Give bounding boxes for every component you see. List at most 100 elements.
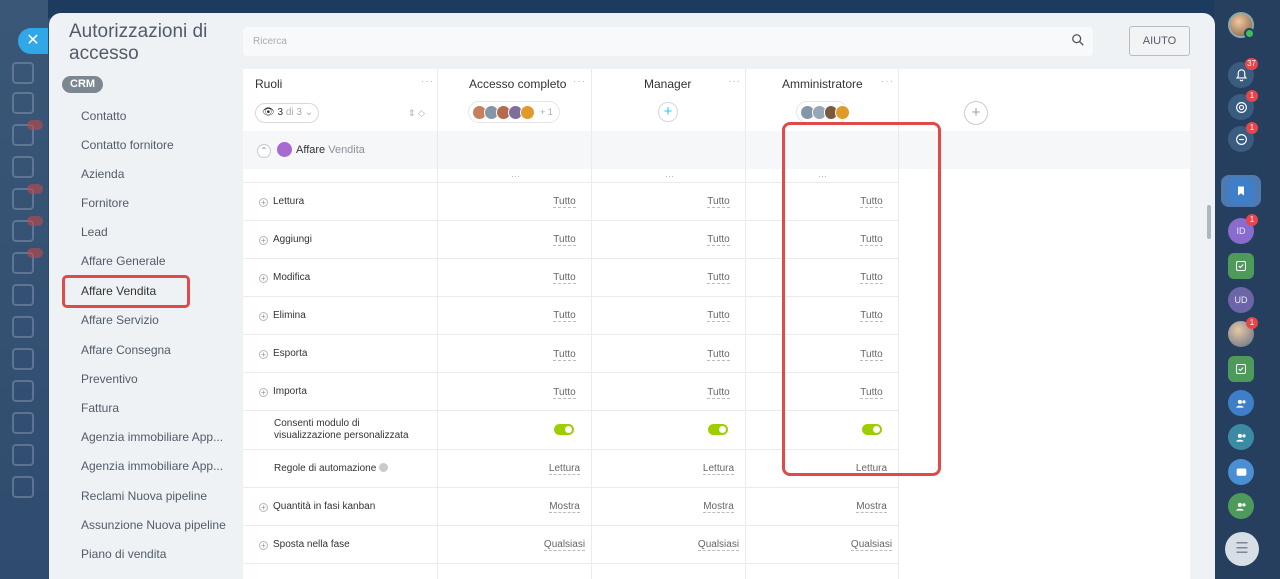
permission-value[interactable]: Mostra xyxy=(488,501,641,513)
pulse-icon[interactable]: 1 xyxy=(1228,90,1258,120)
permission-value[interactable]: Tutto xyxy=(642,272,795,284)
value-text: Tutto xyxy=(553,234,576,246)
expand-plus-icon[interactable]: + xyxy=(259,350,268,359)
sidebar-item-reclami[interactable]: Reclami Nuova pipeline xyxy=(81,489,207,503)
permission-value[interactable]: Tutto xyxy=(488,234,641,246)
sidebar-item-assunzione[interactable]: Assunzione Nuova pipeline xyxy=(81,518,226,532)
expand-plus-icon[interactable]: + xyxy=(259,312,268,321)
expand-plus-icon[interactable]: + xyxy=(259,503,268,512)
expand-plus-icon[interactable]: + xyxy=(259,541,268,550)
section-title: Affare Vendita xyxy=(296,144,365,156)
help-button[interactable]: AIUTO xyxy=(1129,26,1190,56)
column-members-accesso-completo[interactable]: + 1 xyxy=(468,101,560,123)
section-entity: Vendita xyxy=(328,144,365,156)
permission-value[interactable]: Tutto xyxy=(488,272,641,284)
sidebar-item-affare-consegna[interactable]: Affare Consegna xyxy=(81,343,171,357)
expand-plus-icon[interactable]: + xyxy=(259,274,268,283)
search-input[interactable]: Ricerca xyxy=(243,27,1093,56)
permission-value[interactable]: Mostra xyxy=(795,501,948,513)
group-chat-icon[interactable] xyxy=(1228,390,1254,416)
sidebar-item-agenzia-immobiliare-2[interactable]: Agenzia immobiliare App... xyxy=(81,459,223,473)
info-icon[interactable] xyxy=(379,463,389,472)
sidebar-item-contatto-fornitore[interactable]: Contatto fornitore xyxy=(81,138,174,152)
sidebar-item-lead[interactable]: Lead xyxy=(81,225,108,239)
permission-value[interactable]: Qualsiasi xyxy=(795,539,948,551)
roles-filter-dropdown[interactable]: 👁︎ 3 di 3 ⌄ xyxy=(255,103,319,123)
permission-value[interactable]: Tutto xyxy=(642,349,795,361)
section-name: Affare xyxy=(296,144,326,156)
permission-value[interactable]: Tutto xyxy=(642,387,795,399)
chat-icon[interactable]: 1 xyxy=(1228,122,1258,152)
permission-value[interactable]: Tutto xyxy=(488,387,641,399)
group-chat-icon[interactable] xyxy=(1228,493,1254,519)
column-options-icon[interactable]: ··· xyxy=(511,171,520,181)
expand-plus-icon[interactable]: + xyxy=(259,388,268,397)
column-options-icon[interactable]: ··· xyxy=(665,171,674,181)
search-icon[interactable] xyxy=(1071,33,1085,47)
permission-value[interactable]: Tutto xyxy=(642,196,795,208)
column-members-amministratore[interactable] xyxy=(796,101,850,123)
permission-value[interactable]: Lettura xyxy=(488,463,641,475)
close-slider-button[interactable]: ✕ xyxy=(18,28,48,54)
ud-chat-icon[interactable]: UD xyxy=(1228,287,1254,313)
collapse-sort-icon[interactable]: ⇕ ◇ xyxy=(408,108,425,119)
sidebar-item-affare-servizio[interactable]: Affare Servizio xyxy=(81,313,159,327)
section-row xyxy=(243,131,1190,169)
menu-icon[interactable]: ☰ xyxy=(1225,532,1259,566)
custom-form-toggle[interactable] xyxy=(708,424,728,435)
scrollbar[interactable] xyxy=(1207,205,1211,239)
permission-row-label[interactable]: + Elimina xyxy=(259,310,306,322)
background-menu-icon xyxy=(12,412,34,434)
sidebar-item-preventivo[interactable]: Preventivo xyxy=(81,372,138,386)
permission-value[interactable]: Tutto xyxy=(642,310,795,322)
open-channel-icon[interactable] xyxy=(1228,459,1254,485)
background-menu-icon xyxy=(12,92,34,114)
permission-value[interactable]: Qualsiasi xyxy=(642,539,795,551)
add-role-button[interactable]: + xyxy=(964,101,988,125)
sidebar-item-agenzia-immobiliare-1[interactable]: Agenzia immobiliare App... xyxy=(81,430,223,444)
notifications-bell-icon[interactable]: 37 xyxy=(1228,58,1258,88)
background-menu-icon xyxy=(12,348,34,370)
permission-row-label[interactable]: + Esporta xyxy=(259,348,307,360)
column-menu-icon[interactable]: ··· xyxy=(728,76,741,87)
permission-value[interactable]: Lettura xyxy=(642,463,795,475)
permission-value[interactable]: Tutto xyxy=(488,310,641,322)
permission-row-label[interactable]: + Lettura xyxy=(259,196,304,208)
tasks-check-icon[interactable] xyxy=(1228,253,1254,279)
group-chat-icon[interactable] xyxy=(1228,424,1254,450)
column-menu-icon[interactable]: ··· xyxy=(573,76,586,87)
contact-avatar[interactable]: 1 xyxy=(1228,317,1258,347)
sidebar-item-fattura[interactable]: Fattura xyxy=(81,401,119,415)
sidebar-item-fornitore[interactable]: Fornitore xyxy=(81,196,129,210)
value-text: Qualsiasi xyxy=(543,539,586,551)
sidebar-item-affare-generale[interactable]: Affare Generale xyxy=(81,254,166,268)
column-menu-icon[interactable]: ··· xyxy=(881,76,894,87)
permission-row-label[interactable]: + Quantità in fasi kanban xyxy=(259,501,375,513)
id-chat-icon[interactable]: ID 1 xyxy=(1228,214,1258,244)
add-member-plus-icon[interactable]: + xyxy=(658,102,678,122)
permission-row-label[interactable]: + Aggiungi xyxy=(259,234,312,246)
background-menu-icon xyxy=(12,380,34,402)
permission-value[interactable]: Mostra xyxy=(642,501,795,513)
value-text: Tutto xyxy=(707,310,730,322)
expand-plus-icon[interactable]: + xyxy=(259,198,268,207)
permission-row-label: Consenti modulo di visualizzazione perso… xyxy=(274,418,409,441)
sidebar-item-contatto[interactable]: Contatto xyxy=(81,109,126,123)
permission-value[interactable]: Qualsiasi xyxy=(488,539,641,551)
user-avatar[interactable] xyxy=(1228,12,1255,39)
permission-row-label[interactable]: + Sposta nella fase xyxy=(259,539,350,551)
custom-form-toggle[interactable] xyxy=(554,424,574,435)
sidebar-item-azienda[interactable]: Azienda xyxy=(81,167,124,181)
expand-plus-icon[interactable]: + xyxy=(259,236,268,245)
permission-value[interactable]: Tutto xyxy=(488,349,641,361)
roles-menu-icon[interactable]: ··· xyxy=(421,76,434,87)
permission-value[interactable]: Tutto xyxy=(488,196,641,208)
collapse-chevron-icon[interactable]: ⌃ xyxy=(257,144,271,158)
more-members-count: + 1 xyxy=(540,107,553,117)
permission-row-label[interactable]: + Modifica xyxy=(259,272,310,284)
tasks-check-icon[interactable] xyxy=(1228,356,1254,382)
sidebar-item-piano-di-vendita[interactable]: Piano di vendita xyxy=(81,547,166,561)
permission-row-label[interactable]: + Importa xyxy=(259,386,307,398)
bookmark-icon[interactable] xyxy=(1228,178,1254,204)
permission-value[interactable]: Tutto xyxy=(642,234,795,246)
